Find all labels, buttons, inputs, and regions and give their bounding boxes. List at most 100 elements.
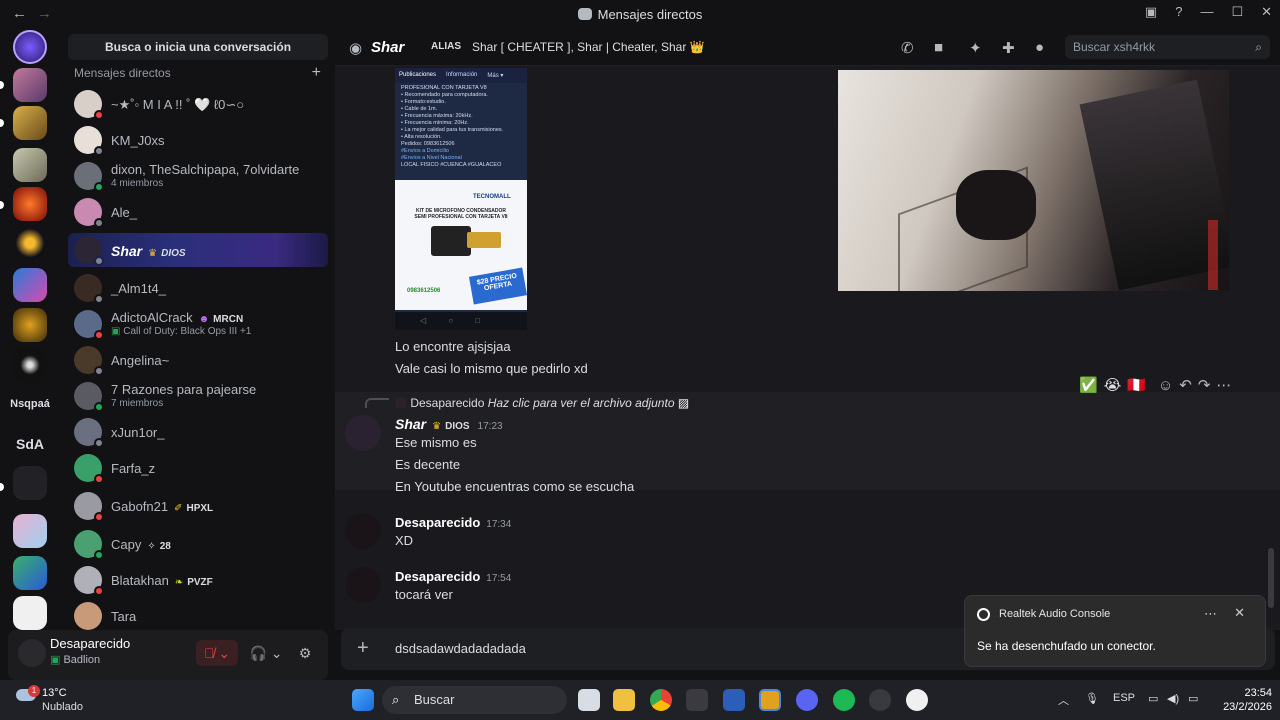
taskbar-search[interactable]: ⌕ Buscar <box>382 686 567 714</box>
message-input[interactable]: dsdsadawdadadadada <box>395 641 526 656</box>
reply-preview[interactable]: Desaparecido Haz clic para ver el archiv… <box>395 396 689 410</box>
deafen-button[interactable]: 🎧 ⌄ <box>246 640 286 666</box>
reply-icon[interactable]: ↶ <box>1179 376 1192 394</box>
person-head <box>956 170 1036 240</box>
dm-item[interactable]: _Alm1t4_ <box>68 271 328 305</box>
chat-scrollbar[interactable] <box>1268 548 1274 608</box>
dm-item[interactable]: 7 Razones para pajearse 7 miembros <box>68 379 328 413</box>
word-icon[interactable] <box>723 689 745 711</box>
server-icon[interactable] <box>13 348 47 382</box>
server-icon[interactable] <box>13 308 47 342</box>
realtek-icon <box>977 608 990 621</box>
language-indicator[interactable]: ESP <box>1113 692 1135 704</box>
guild-tag: MRCN <box>213 314 244 325</box>
chrome-icon[interactable] <box>650 689 672 711</box>
task-view-icon[interactable] <box>578 689 600 711</box>
dm-item[interactable]: Farfa_z <box>68 451 328 485</box>
file-explorer-icon[interactable] <box>613 689 635 711</box>
weather-widget[interactable]: 1 13°C Nublado <box>14 685 94 715</box>
server-icon[interactable] <box>13 514 47 548</box>
dm-item[interactable]: Capy ✧ 28 <box>68 527 328 561</box>
server-icon[interactable] <box>13 226 47 260</box>
clock-date: 23/2/2026 <box>1223 701 1272 713</box>
quick-react-cry[interactable]: 😭 <box>1104 376 1122 394</box>
dm-item[interactable]: KM_J0xs <box>68 123 328 157</box>
help-icon[interactable]: ? <box>1175 4 1182 20</box>
find-conversation-button[interactable]: Busca o inicia una conversación <box>68 34 328 60</box>
app-icon[interactable] <box>759 689 781 711</box>
forward-icon[interactable]: ↷ <box>1198 376 1211 394</box>
game-launcher-icon[interactable] <box>869 689 891 711</box>
dm-item[interactable]: Blatakhan ❧ PVZF <box>68 563 328 597</box>
server-icon[interactable] <box>13 596 47 630</box>
spotify-icon[interactable] <box>833 689 855 711</box>
minimize-button[interactable]: — <box>1200 4 1213 20</box>
server-icon[interactable] <box>13 148 47 182</box>
maximize-button[interactable]: ☐ <box>1231 4 1243 20</box>
attach-plus-icon[interactable]: + <box>357 637 369 660</box>
guild-tag: DIOS <box>161 248 186 259</box>
volume-icon[interactable]: ◀) <box>1167 692 1179 705</box>
server-icon[interactable] <box>13 187 47 221</box>
server-home[interactable] <box>13 30 47 64</box>
dm-item[interactable]: xJun1or_ <box>68 415 328 449</box>
server-icon[interactable] <box>13 268 47 302</box>
dm-name: Tara <box>111 609 137 624</box>
dm-item[interactable]: Tara <box>68 599 328 633</box>
quick-react-check[interactable]: ✅ <box>1079 376 1098 394</box>
server-label[interactable]: SdA <box>6 436 54 452</box>
dm-item[interactable]: Gabofn21 ✐ HPXL <box>68 489 328 523</box>
mic-icon[interactable]: 🎙 <box>1085 692 1099 705</box>
chat-search-input[interactable]: Buscar xsh4rkk ⌕ <box>1065 35 1270 59</box>
dm-item[interactable]: AdictoAlCrack ☻ MRCN ▣ Call of Duty: Black… <box>68 307 328 341</box>
add-friends-icon[interactable]: ✚ <box>1002 39 1015 57</box>
server-icon[interactable] <box>13 556 47 590</box>
pin-icon[interactable]: ✦ <box>969 39 982 57</box>
profile-icon[interactable]: ● <box>1035 39 1044 56</box>
close-button[interactable]: ✕ <box>1261 4 1272 20</box>
quick-react-flag[interactable]: 🇵🇪 <box>1127 376 1146 394</box>
start-windows-icon[interactable] <box>352 689 374 711</box>
author-avatar[interactable] <box>345 567 381 603</box>
more-icon[interactable]: ⋯ <box>1216 376 1231 394</box>
message-text: tocará ver <box>395 587 453 602</box>
dm-item[interactable]: dixon, TheSalchipapa, 7olvidarte 4 miemb… <box>68 159 328 193</box>
chat-title[interactable]: Shar <box>371 39 404 56</box>
server-folder[interactable] <box>13 466 47 500</box>
discord-icon[interactable] <box>796 689 818 711</box>
server-icon[interactable] <box>13 106 47 140</box>
dm-item[interactable]: Angelina~ <box>68 343 328 377</box>
dm-item[interactable]: Ale_ <box>68 195 328 229</box>
create-dm-icon[interactable]: + <box>312 64 321 82</box>
notification-close-icon[interactable]: ✕ <box>1234 605 1245 621</box>
guild-tag: HPXL <box>186 503 214 514</box>
dm-item[interactable]: ~★˚◦ M I A !! ˚ 🤍 ℓ0∽○ <box>68 87 328 121</box>
battery-icon[interactable]: ▭ <box>1188 692 1198 705</box>
clock[interactable]: 23:54 23/2/2026 <box>1210 686 1272 714</box>
tray-chevron-icon[interactable]: ︿ <box>1058 692 1069 708</box>
user-avatar[interactable] <box>18 639 46 667</box>
message-author[interactable]: Desaparecido 17:54 <box>395 569 511 584</box>
settings-gear-icon[interactable]: ⚙ <box>292 640 318 666</box>
message-author[interactable]: Desaparecido 17:34 <box>395 515 511 530</box>
server-label[interactable]: Nsqpaá <box>6 398 54 410</box>
video-call-icon[interactable]: ■ <box>934 39 943 56</box>
app-icon[interactable] <box>906 689 928 711</box>
voice-call-icon[interactable]: ✆ <box>901 39 914 57</box>
message-author[interactable]: Shar ♛ DIOS 17:23 <box>395 416 503 432</box>
add-reaction-icon[interactable]: ☺ <box>1158 377 1173 394</box>
author-avatar[interactable] <box>345 513 381 549</box>
mute-mic-button[interactable]: 🎙̸ ⌄ <box>196 640 238 666</box>
author-avatar[interactable] <box>345 415 381 451</box>
dm-item-active[interactable]: Shar ♛ DIOS <box>68 233 328 267</box>
server-icon[interactable] <box>13 68 47 102</box>
network-icon[interactable]: ▭ <box>1148 692 1158 705</box>
unity-icon[interactable] <box>686 689 708 711</box>
photo-attachment[interactable] <box>838 70 1229 291</box>
message-actions: ✅ 😭 🇵🇪 ☺ ↶ ↷ ⋯ <box>1079 374 1231 396</box>
sword-icon: ✐ <box>174 503 183 514</box>
system-notification[interactable]: Realtek Audio Console ⋯ ✕ Se ha desenchu… <box>964 595 1266 667</box>
inbox-icon[interactable]: ▣ <box>1145 4 1157 20</box>
attachment-image[interactable]: Publicaciones Información Más ▾ PROFESIO… <box>395 68 527 330</box>
notification-options-icon[interactable]: ⋯ <box>1204 606 1217 622</box>
